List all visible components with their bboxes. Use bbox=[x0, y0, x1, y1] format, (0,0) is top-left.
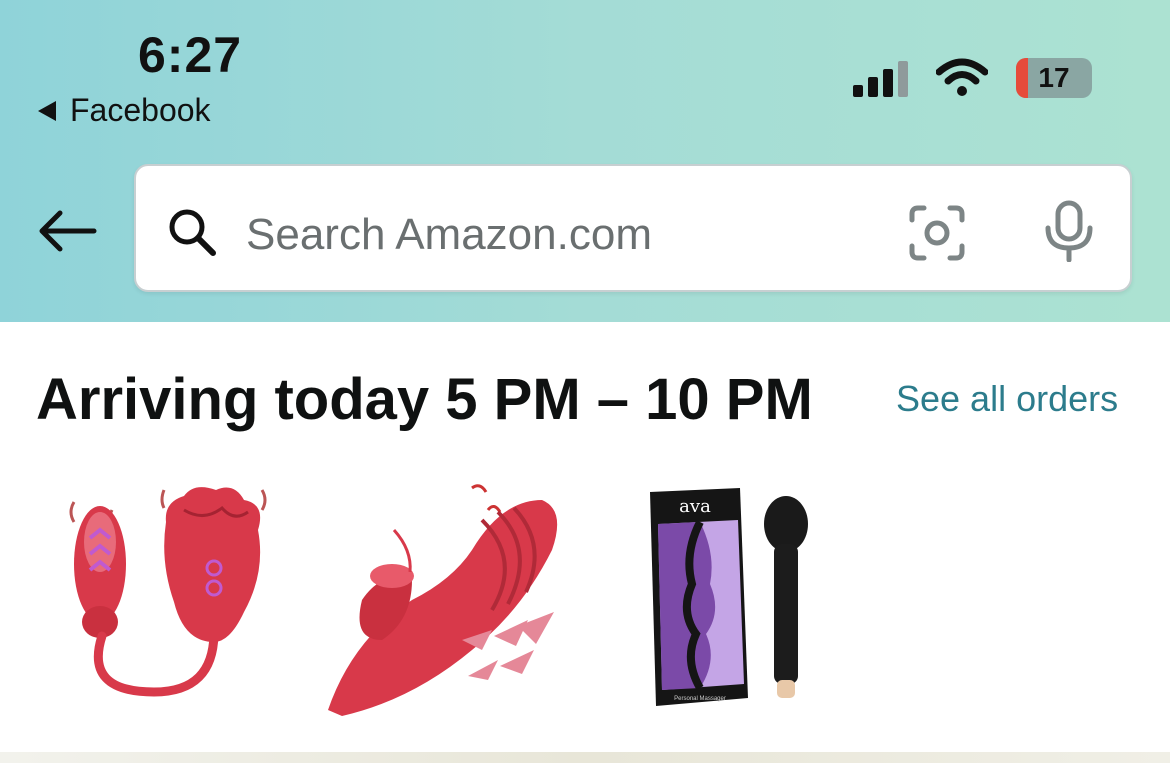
order-item-1-image[interactable] bbox=[44, 482, 274, 712]
back-triangle-icon bbox=[38, 100, 56, 121]
cellular-signal-icon bbox=[853, 59, 908, 97]
next-section-edge bbox=[0, 752, 1170, 763]
back-arrow-icon[interactable] bbox=[36, 206, 98, 256]
microphone-icon[interactable] bbox=[1042, 200, 1096, 262]
header: 6:27 Facebook 17 Search Amazon.com bbox=[0, 0, 1170, 322]
search-icon bbox=[169, 209, 216, 256]
battery-level: 17 bbox=[1038, 62, 1070, 93]
search-input[interactable]: Search Amazon.com bbox=[246, 210, 652, 260]
status-time: 6:27 bbox=[138, 27, 243, 83]
see-all-orders-link[interactable]: See all orders bbox=[896, 378, 1118, 420]
box-caption: Personal Massager bbox=[674, 696, 726, 702]
camera-lens-icon[interactable] bbox=[908, 204, 966, 262]
box-brand: ava bbox=[679, 496, 711, 517]
battery-icon: 17 bbox=[1016, 58, 1092, 98]
back-app-label: Facebook bbox=[70, 92, 211, 128]
wifi-icon bbox=[936, 58, 988, 96]
orders-section-title: Arriving today 5 PM – 10 PM bbox=[36, 367, 813, 432]
search-bar[interactable]: Search Amazon.com bbox=[134, 164, 1132, 292]
back-to-app-link[interactable]: Facebook bbox=[38, 92, 211, 129]
order-item-2-image[interactable] bbox=[322, 480, 570, 720]
status-icons: 17 bbox=[853, 58, 1092, 98]
order-item-3-image[interactable]: ava Personal Massager bbox=[640, 484, 830, 710]
